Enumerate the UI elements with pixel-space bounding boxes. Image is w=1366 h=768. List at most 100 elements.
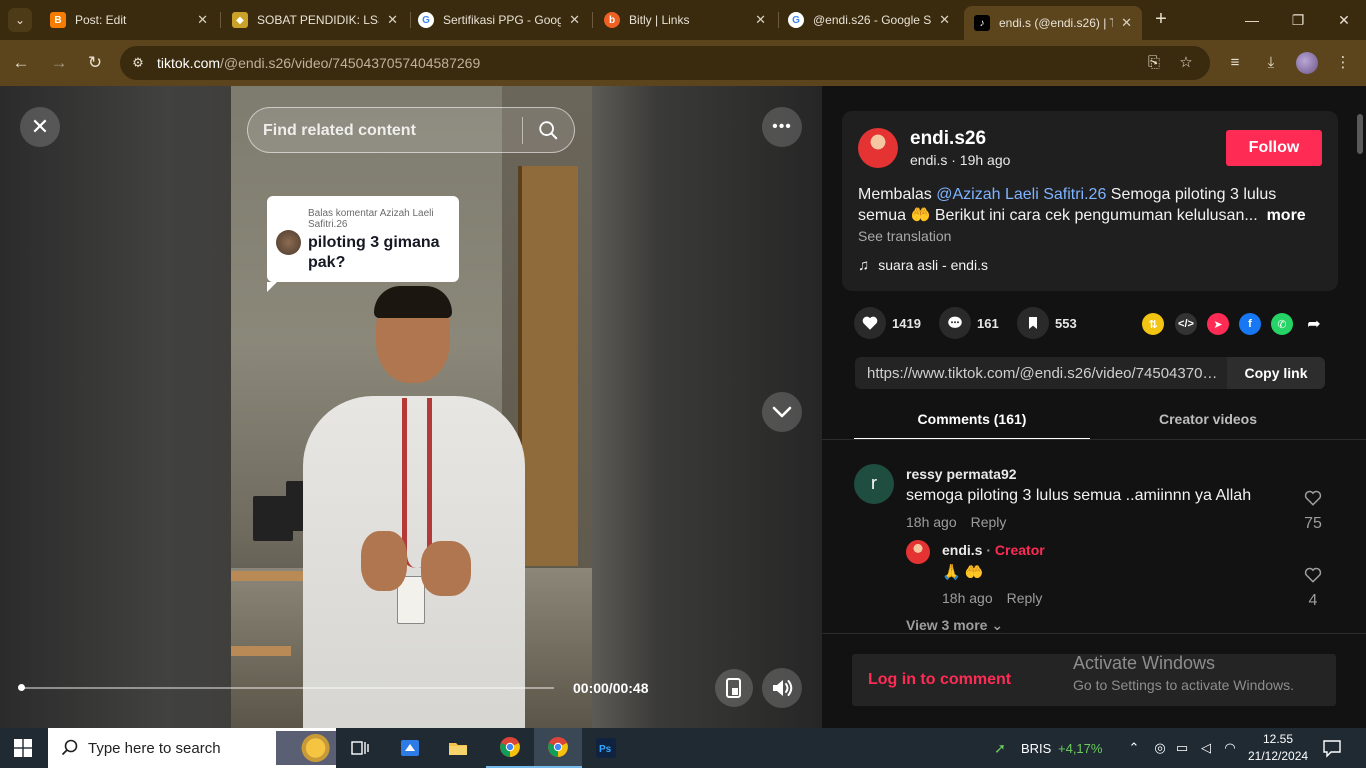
find-related-input[interactable]: [263, 120, 513, 142]
notification-icon[interactable]: [1322, 738, 1342, 758]
share-link-text[interactable]: https://www.tiktok.com/@endi.s26/video/7…: [867, 365, 1222, 382]
heart-outline-icon[interactable]: [1303, 488, 1323, 508]
share-arrow-icon[interactable]: ➦: [1303, 313, 1325, 335]
close-tab-icon[interactable]: ✕: [569, 12, 580, 28]
browser-tab-3[interactable]: G Sertifikasi PPG - Goog ✕: [408, 6, 590, 34]
close-video-button[interactable]: ✕: [20, 107, 60, 147]
volume-button[interactable]: [762, 668, 802, 708]
photoshop-icon[interactable]: Ps: [582, 728, 630, 768]
new-tab-icon[interactable]: +: [1150, 8, 1172, 30]
comment-avatar[interactable]: r: [854, 464, 894, 504]
reply-like[interactable]: 4: [1298, 565, 1328, 610]
panel-scrollbar[interactable]: [1357, 114, 1363, 154]
video-search-bar[interactable]: [247, 107, 575, 153]
close-tab-icon[interactable]: ✕: [197, 12, 208, 28]
reading-list-icon[interactable]: ≡: [1224, 52, 1246, 74]
login-to-comment-link[interactable]: Log in to comment: [868, 671, 1011, 689]
camera-icon[interactable]: ◎: [1152, 740, 1168, 756]
windows-start-icon[interactable]: [14, 739, 32, 757]
taskbar-clock[interactable]: 12.55 21/12/2024: [1248, 731, 1308, 765]
volume-tray-icon[interactable]: ◁: [1198, 740, 1214, 756]
minimize-icon[interactable]: —: [1240, 8, 1264, 32]
wifi-icon[interactable]: ◠: [1222, 740, 1238, 756]
taskbar-search-input[interactable]: [88, 738, 268, 758]
reply-button[interactable]: Reply: [1007, 590, 1043, 606]
see-translation-link[interactable]: See translation: [858, 228, 951, 244]
site-settings-icon[interactable]: ⚙: [128, 53, 148, 73]
task-view-icon[interactable]: [336, 728, 384, 768]
taskbar-search[interactable]: [48, 728, 336, 768]
browser-tab-2[interactable]: ◆ SOBAT PENDIDIK: LSS ✕: [222, 6, 408, 34]
like-action[interactable]: 1419: [854, 307, 921, 339]
view-more-replies[interactable]: View 3 more ⌄: [906, 617, 1003, 634]
heart-outline-icon[interactable]: [1303, 565, 1323, 585]
next-video-button[interactable]: [762, 392, 802, 432]
whatsapp-icon[interactable]: ✆: [1271, 313, 1293, 335]
reload-icon[interactable]: ↻: [84, 52, 106, 74]
maximize-icon[interactable]: ❐: [1286, 8, 1310, 32]
back-icon[interactable]: ←: [10, 52, 32, 74]
copy-link-button[interactable]: Copy link: [1227, 357, 1325, 389]
close-window-icon[interactable]: ✕: [1332, 8, 1356, 32]
embed-icon[interactable]: </>: [1175, 313, 1197, 335]
music-note-icon: ♫: [858, 257, 870, 274]
reply-username[interactable]: endi.s · Creator: [942, 542, 1045, 558]
follow-button[interactable]: Follow: [1226, 130, 1322, 166]
reply-button[interactable]: Reply: [971, 514, 1007, 530]
facebook-icon[interactable]: f: [1239, 313, 1261, 335]
login-bar: Log in to comment Activate Windows Go to…: [822, 633, 1366, 728]
bookmark-icon[interactable]: [1017, 307, 1049, 339]
video-frame[interactable]: Balas komentar Azizah Laeli Safitri.26 p…: [231, 86, 592, 728]
mention-link[interactable]: @Azizah Laeli Safitri.26: [936, 186, 1106, 203]
close-tab-icon[interactable]: ✕: [387, 12, 398, 28]
stock-change[interactable]: +4,17%: [1058, 741, 1102, 756]
url-text[interactable]: tiktok.com/@endi.s26/video/7450437057404…: [157, 55, 480, 71]
tab-search-icon[interactable]: ⌄: [8, 8, 32, 32]
picture-in-picture-button[interactable]: [715, 669, 753, 707]
repost-icon[interactable]: ⇅: [1142, 313, 1164, 335]
file-explorer-icon[interactable]: [434, 728, 482, 768]
more-options-icon[interactable]: •••: [762, 107, 802, 147]
bookmark-star-icon[interactable]: ☆: [1176, 53, 1196, 73]
chrome-icon[interactable]: [486, 728, 534, 768]
forward-icon[interactable]: →: [48, 52, 70, 74]
install-app-icon[interactable]: ⎘: [1144, 53, 1164, 73]
heart-icon[interactable]: [854, 307, 886, 339]
browser-tab-1[interactable]: B Post: Edit ✕: [40, 6, 218, 34]
browser-toolbar: ← → ↻ ⚙ tiktok.com/@endi.s26/video/74504…: [0, 40, 1366, 86]
activate-windows-subtitle: Go to Settings to activate Windows.: [1073, 677, 1294, 693]
comment-like[interactable]: 75: [1298, 488, 1328, 533]
send-icon[interactable]: ➤: [1207, 313, 1229, 335]
address-bar[interactable]: ⚙ tiktok.com/@endi.s26/video/74504370574…: [120, 46, 1210, 80]
browser-tab-5[interactable]: G @endi.s26 - Google S ✕: [778, 6, 960, 34]
author-username[interactable]: endi.s26: [910, 128, 986, 150]
reply-avatar[interactable]: [906, 540, 930, 564]
author-avatar[interactable]: [858, 128, 898, 168]
progress-handle[interactable]: [18, 684, 25, 691]
stock-name[interactable]: BRIS: [1021, 741, 1051, 756]
comment-bubble-icon[interactable]: [939, 307, 971, 339]
comment-action[interactable]: 161: [939, 307, 999, 339]
browser-tab-4[interactable]: b Bitly | Links ✕: [594, 6, 776, 34]
profile-avatar[interactable]: [1296, 52, 1318, 74]
browser-menu-icon[interactable]: ⋮: [1332, 52, 1354, 74]
close-tab-icon[interactable]: ✕: [755, 12, 766, 28]
video-player-area[interactable]: Balas komentar Azizah Laeli Safitri.26 p…: [0, 86, 822, 728]
close-tab-icon[interactable]: ✕: [1121, 15, 1132, 31]
stock-trend-icon[interactable]: ➚: [992, 740, 1008, 756]
comment-username[interactable]: ressy permata92: [906, 466, 1017, 482]
music-link[interactable]: ♫ suara asli - endi.s: [858, 257, 988, 274]
chevron-up-icon[interactable]: ⌃: [1126, 740, 1142, 756]
more-link[interactable]: more: [1267, 207, 1306, 224]
app-icon-blue[interactable]: [386, 728, 434, 768]
network-icon[interactable]: ▭: [1174, 740, 1190, 756]
video-progress-bar[interactable]: [18, 684, 554, 691]
tab-comments[interactable]: Comments (161): [854, 404, 1090, 440]
chrome-active-icon[interactable]: [534, 728, 582, 768]
search-icon[interactable]: [537, 119, 559, 141]
save-action[interactable]: 553: [1017, 307, 1077, 339]
browser-tab-6-active[interactable]: ♪ endi.s (@endi.s26) | T ✕: [964, 6, 1142, 40]
tab-creator-videos[interactable]: Creator videos: [1090, 404, 1326, 440]
download-icon[interactable]: ⤓: [1260, 52, 1282, 74]
close-tab-icon[interactable]: ✕: [939, 12, 950, 28]
